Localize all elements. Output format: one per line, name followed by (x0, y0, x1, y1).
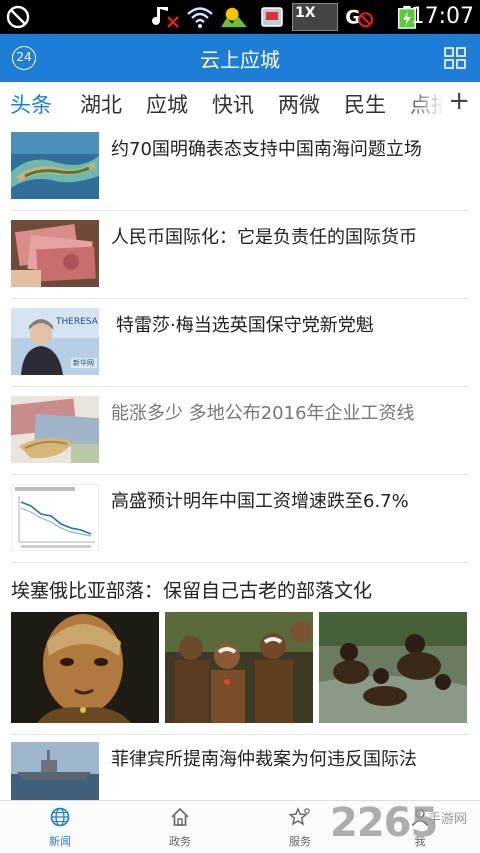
line-chart-thumbnail (11, 484, 99, 551)
divider (11, 210, 469, 211)
nav-service[interactable]: 服务 (260, 807, 340, 849)
weather-icon (221, 7, 247, 28)
svg-text:G: G (345, 7, 360, 28)
nav-label: 新闻 (49, 835, 71, 848)
rmb-banknotes-photo (11, 220, 99, 287)
news-item[interactable]: 人民币国际化：它是负责任的国际货币 (0, 220, 480, 308)
news-item[interactable]: 约70国明确表态支持中国南海问题立场 (0, 132, 480, 220)
no-disturb-icon (6, 5, 30, 29)
divider (11, 474, 469, 475)
theresa-may-photo: THERESA MA 新华网 (11, 308, 99, 375)
watermark-text: 手游网 (428, 812, 468, 827)
island-photo (11, 132, 99, 199)
image-source: 新华网 (73, 359, 94, 367)
sim-icon (261, 7, 283, 27)
tab-yingcheng[interactable]: 应城 (146, 89, 188, 119)
clock: 17:07 (410, 4, 474, 29)
image-caption: THERESA MA (56, 317, 99, 327)
divider (11, 562, 469, 563)
watermark-logo: 2265 手游网 (330, 798, 480, 853)
river-children-photo[interactable] (319, 612, 467, 723)
painted-face-photo[interactable] (11, 612, 159, 723)
app-title: 云上应城 (200, 48, 280, 72)
news-item[interactable]: 高盛预计明年中国工资增速跌至6.7% (0, 484, 480, 572)
status-bar: 1X G 17:07 (0, 0, 480, 34)
nav-label: 政务 (169, 835, 191, 848)
muted-icon (152, 7, 179, 28)
watermark-number: 2265 (330, 800, 438, 846)
nav-label: 服务 (289, 835, 311, 848)
grid-menu-icon[interactable] (444, 47, 466, 69)
news-headline: 人民币国际化：它是负责任的国际货币 (111, 227, 417, 248)
add-channel-button[interactable]: + (442, 86, 470, 116)
divider (11, 298, 469, 299)
sim-label: 1X (295, 5, 316, 21)
channel-tabs: 头条 湖北 应城 快讯 两微 民生 点播 + (0, 82, 480, 126)
divider (11, 734, 469, 735)
news-headline: 能涨多少 多地公布2016年企业工资线 (111, 403, 415, 424)
tab-hubei[interactable]: 湖北 (80, 89, 122, 119)
gallery-headline[interactable]: 埃塞俄比亚部落：保留自己古老的部落文化 (11, 576, 372, 603)
tribe-group-photo[interactable] (165, 612, 313, 723)
tabs-fade (404, 82, 444, 126)
nav-government[interactable]: 政务 (140, 807, 220, 849)
tab-toutiao[interactable]: 头条 (10, 89, 52, 119)
no-sync-icon: G (345, 7, 374, 28)
news-item[interactable]: 能涨多少 多地公布2016年企业工资线 (0, 396, 480, 484)
tab-liangwei[interactable]: 两微 (278, 89, 320, 119)
divider (11, 386, 469, 387)
tab-kuaixun[interactable]: 快讯 (212, 89, 254, 119)
news-item[interactable]: THERESA MA 新华网 特雷莎·梅当选英国保守党新党魁 (0, 308, 480, 396)
news-headline: 高盛预计明年中国工资增速跌至6.7% (111, 491, 409, 512)
app-header: 24 云上应城 (0, 34, 480, 82)
news-headline: 特雷莎·梅当选英国保守党新党魁 (116, 315, 374, 336)
news-headline: 约70国明确表态支持中国南海问题立场 (111, 139, 422, 160)
sim2-icon: 1X (292, 3, 338, 31)
banknotes-photo (11, 396, 99, 463)
star-icon (288, 807, 310, 826)
globe-icon (50, 807, 70, 827)
warship-photo (11, 742, 99, 800)
news-headline: 菲律宾所提南海仲裁案为何违反国际法 (111, 749, 417, 770)
wifi-icon (187, 7, 213, 28)
home-icon (171, 807, 189, 826)
tab-minsheng[interactable]: 民生 (344, 89, 386, 119)
nav-news[interactable]: 新闻 (20, 807, 100, 849)
